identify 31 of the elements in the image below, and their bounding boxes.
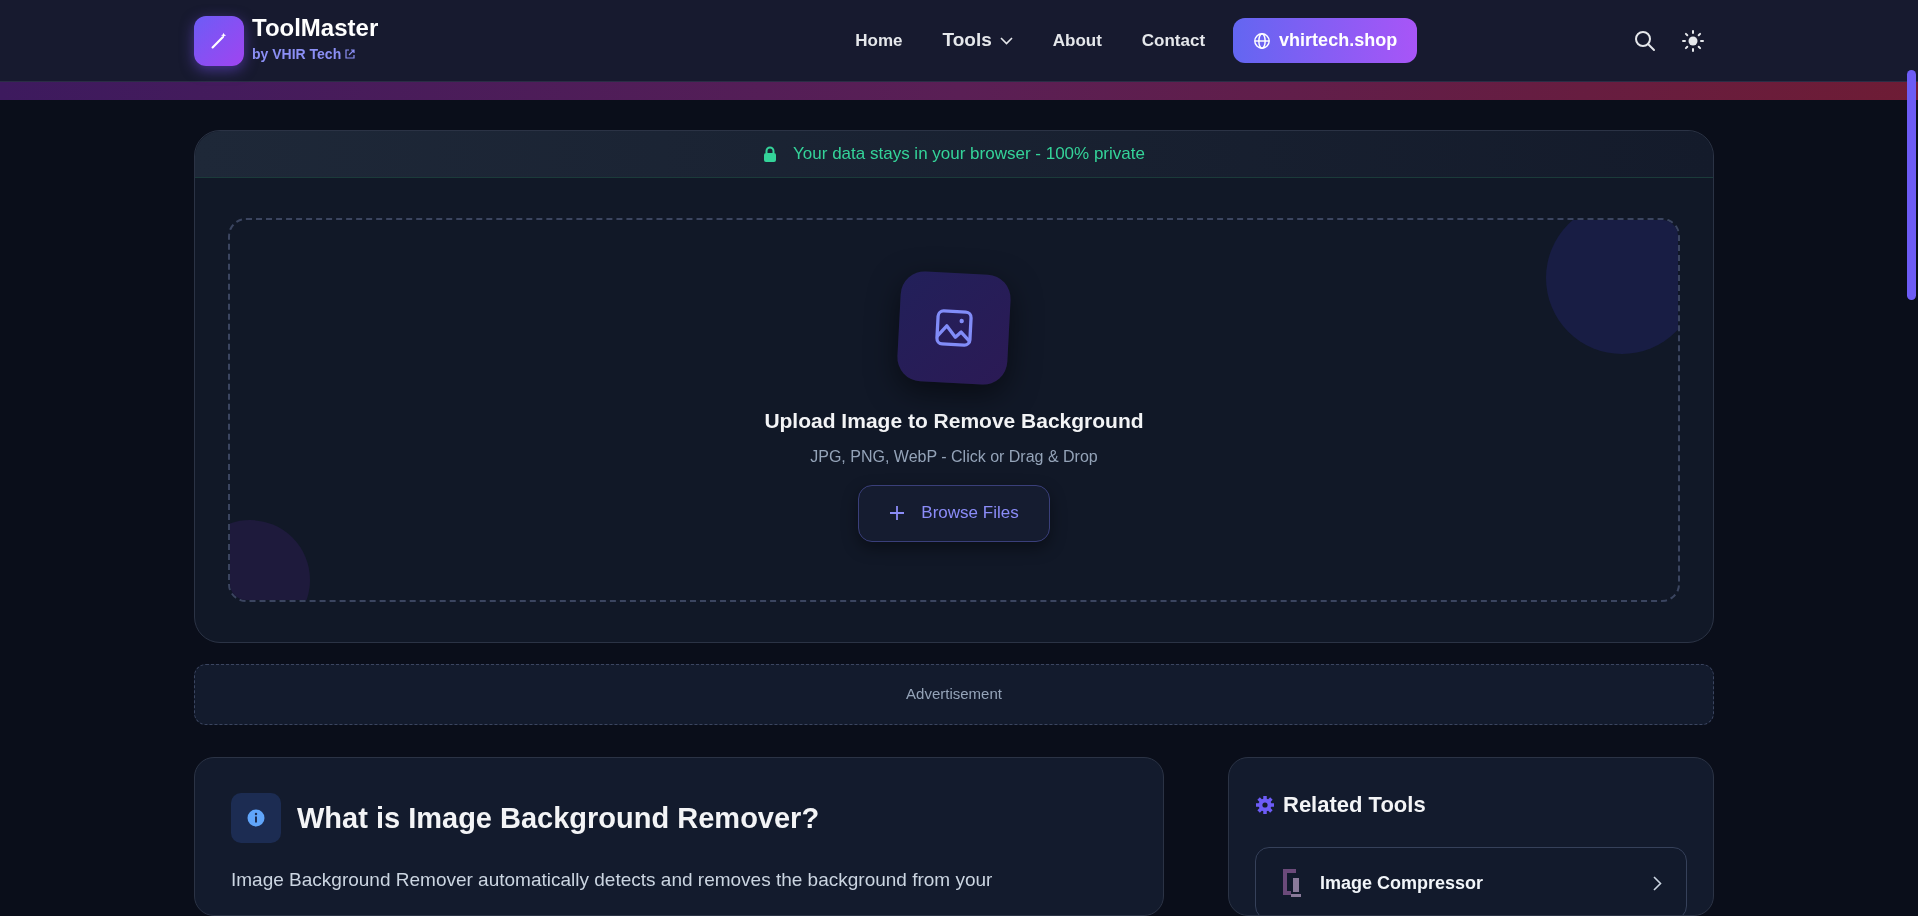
plus-icon	[889, 505, 906, 521]
advertisement-label: Advertisement	[906, 684, 1002, 705]
nav-link[interactable]: About	[1040, 21, 1114, 60]
nav-link[interactable]: Home	[843, 21, 915, 60]
sun-icon[interactable]	[1682, 29, 1704, 52]
gear-icon	[1255, 794, 1275, 815]
section-heading: What is Image Background Remover?	[297, 800, 820, 836]
site-button[interactable]: vhirtech.shop	[1233, 18, 1418, 63]
section-heading: Related Tools	[1283, 791, 1426, 819]
browse-files-button[interactable]: Browse Files	[858, 484, 1050, 542]
brand-name[interactable]: ToolMaster	[252, 15, 379, 42]
chevron-down-icon	[999, 36, 1013, 45]
external-link-icon	[345, 49, 356, 60]
logo-icon[interactable]	[194, 15, 244, 66]
upload-formats: JPG, PNG, WebP - Click or Drag & Drop	[810, 446, 1098, 467]
description-paragraph: Image Background Remover automatically detects and removes the background from your	[231, 868, 994, 892]
upload-title: Upload Image to Remove Background	[764, 408, 1144, 434]
lock-icon	[763, 146, 778, 162]
info-icon	[231, 793, 281, 843]
upload-dropzone[interactable]: Upload Image to Remove Background JPG, PNG, WebP - Click or Drag & Drop Browse Files	[228, 218, 1680, 602]
search-icon[interactable]	[1634, 29, 1656, 52]
byline-link[interactable]: by VHIR Tech	[252, 43, 356, 65]
image-icon	[896, 270, 1012, 386]
nav-dropdown[interactable]: Tools	[930, 20, 1025, 61]
clamp-icon	[1280, 867, 1304, 900]
scrollbar-thumb[interactable]	[1907, 70, 1916, 300]
globe-icon	[1253, 31, 1272, 50]
related-tool-item[interactable]: Image Compressor	[1255, 847, 1687, 915]
nav-link[interactable]: Contact	[1129, 21, 1218, 60]
privacy-text: Your data stays in your browser - 100% private	[793, 143, 1145, 166]
chevron-right-icon	[1653, 876, 1662, 891]
